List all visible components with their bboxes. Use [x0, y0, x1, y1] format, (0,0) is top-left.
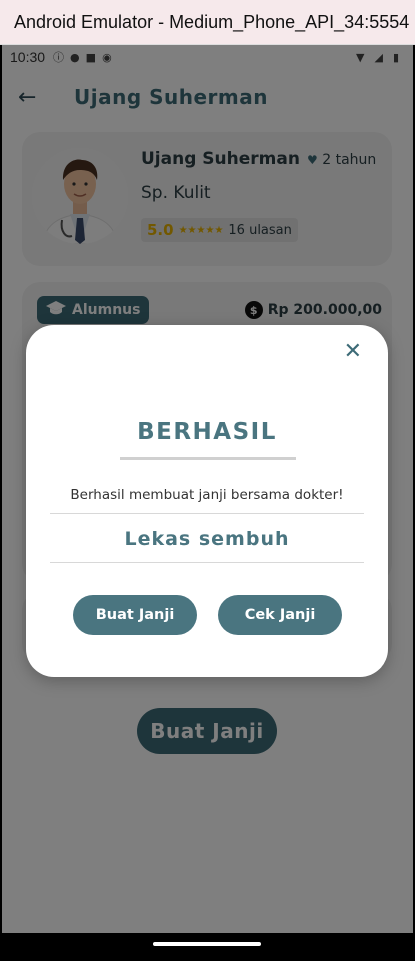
- navigation-bar: [2, 933, 413, 959]
- home-gesture-pill[interactable]: [153, 942, 261, 946]
- divider: [50, 513, 364, 514]
- close-icon[interactable]: ✕: [344, 341, 362, 363]
- dialog-title: BERHASIL: [137, 419, 277, 445]
- phone-screen: 10:30 ⓘ ● ■ ◉ ▼ ◢ ▮ ← Ujang Suherman: [2, 45, 413, 959]
- divider: [50, 562, 364, 563]
- window-title: Android Emulator - Medium_Phone_API_34:5…: [14, 12, 410, 32]
- window-title-bar: Android Emulator - Medium_Phone_API_34:5…: [0, 0, 415, 45]
- buat-janji-button[interactable]: Buat Janji: [73, 595, 197, 635]
- title-underline: [120, 457, 296, 460]
- dialog-message: Berhasil membuat janji bersama dokter!: [70, 487, 344, 503]
- cek-janji-button[interactable]: Cek Janji: [218, 595, 342, 635]
- dialog-wish: Lekas sembuh: [124, 528, 290, 550]
- success-dialog: ✕ BERHASIL Berhasil membuat janji bersam…: [26, 325, 388, 677]
